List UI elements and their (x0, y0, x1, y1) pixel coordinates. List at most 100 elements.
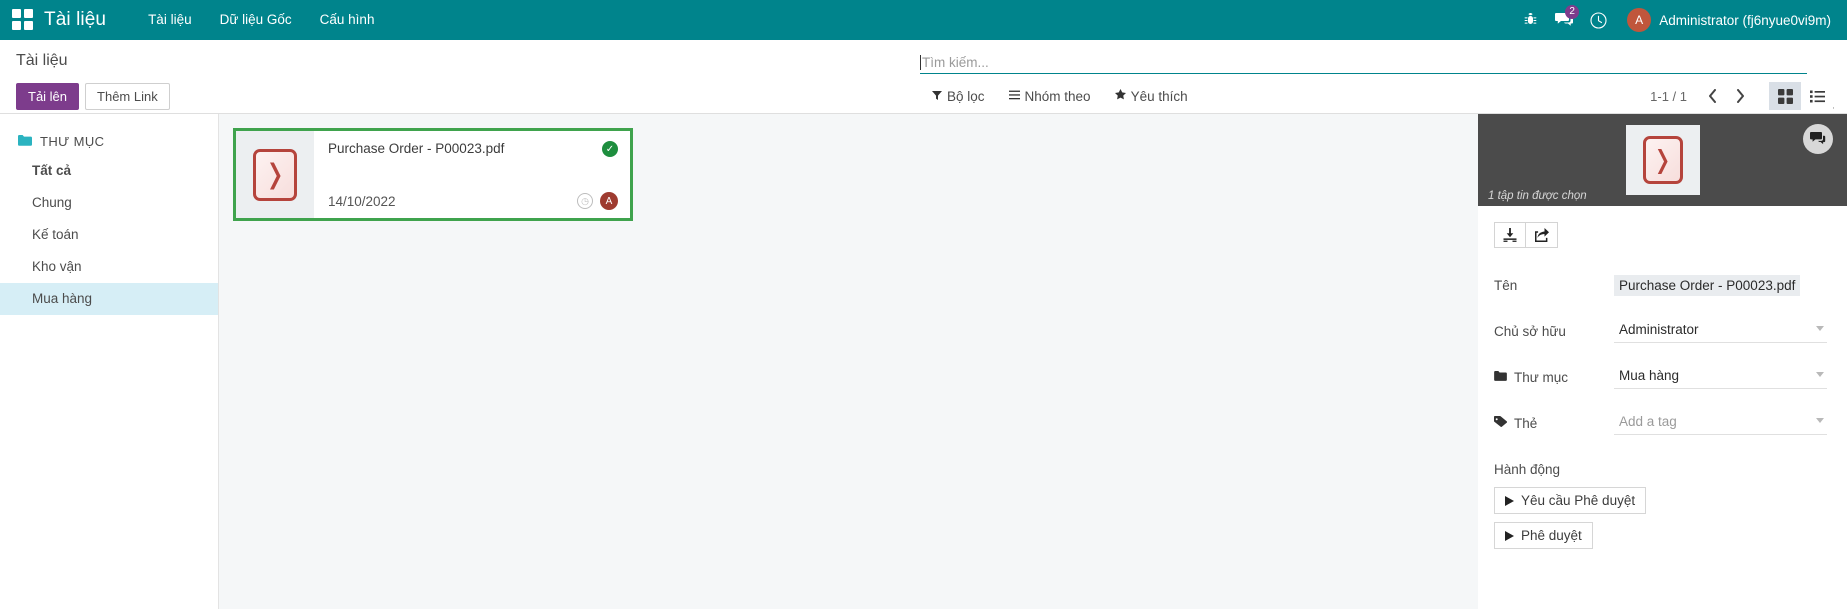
groupby-label: Nhóm theo (1024, 88, 1091, 104)
user-menu[interactable]: A Administrator (fj6nyue0vi9m) (1627, 8, 1835, 32)
search-facet-buttons: Bộ lọc Nhóm theo Yêu thích (920, 85, 1200, 108)
document-card-body: Purchase Order - P00023.pdf ✓ 14/10/2022… (314, 131, 630, 218)
pager-next-button[interactable] (1727, 83, 1753, 109)
sidebar-item-ke-toan[interactable]: Kế toán (0, 219, 218, 251)
chat-bubble-icon[interactable] (1803, 124, 1833, 154)
field-value-folder-wrap: Mua hàng (1614, 365, 1827, 389)
kanban-view-icon[interactable] (1769, 82, 1801, 110)
app-brand-title[interactable]: Tài liệu (44, 9, 106, 31)
document-card-bottom: 14/10/2022 ◷ A (328, 192, 618, 210)
name-field[interactable]: Purchase Order - P00023.pdf (1614, 274, 1801, 296)
field-row-tags: Thẻ Add a tag (1493, 400, 1827, 446)
field-row-name: Tên Purchase Order - P00023.pdf (1494, 262, 1827, 308)
filters-dropdown-button[interactable]: Bộ lọc (920, 85, 997, 108)
owner-value: Administrator (1619, 322, 1699, 337)
inspector-panel: ❭ 1 tập tin được chọn Tên Purchase Order… (1478, 114, 1847, 609)
sidebar-item-label: Mua hàng (32, 291, 93, 306)
nav-menu-master-data[interactable]: Dữ liệu Gốc (206, 0, 306, 40)
document-card[interactable]: ❭ Purchase Order - P00023.pdf ✓ 14/10/20… (233, 128, 633, 221)
view-switcher (1769, 82, 1833, 110)
pager-and-views: 1-1 / 1 (1650, 82, 1833, 110)
request-approval-button[interactable]: Yêu cầu Phê duyệt (1494, 487, 1647, 514)
upload-button[interactable]: Tải lên (16, 82, 80, 110)
clock-icon[interactable]: ◷ (577, 193, 593, 209)
folder-icon (18, 134, 32, 149)
inspector-preview: ❭ 1 tập tin được chọn (1478, 114, 1847, 206)
avatar: A (1627, 8, 1652, 32)
field-label-tags: Thẻ (1493, 415, 1614, 431)
pdf-file-icon: ❭ (253, 148, 297, 201)
messages-icon[interactable]: 2 (1547, 0, 1581, 40)
kanban-area: ❭ Purchase Order - P00023.pdf ✓ 14/10/20… (219, 114, 1478, 609)
field-label-owner: Chủ sở hữu (1494, 324, 1614, 339)
tags-select[interactable]: Add a tag (1614, 411, 1827, 435)
owner-avatar[interactable]: A (600, 192, 618, 210)
breadcrumb[interactable]: Tài liệu (16, 50, 68, 72)
favorites-dropdown-button[interactable]: Yêu thích (1103, 85, 1200, 108)
message-count-badge: 2 (1565, 5, 1580, 19)
inspector-toolbar (1478, 206, 1847, 248)
actions-section-title: Hành động (1494, 462, 1561, 477)
control-panel: Tài liệu Tìm kiếm... Tải lên Thêm Link B… (0, 40, 1847, 114)
request-approval-label: Yêu cầu Phê duyệt (1521, 493, 1636, 508)
search-caret (920, 55, 921, 70)
sidebar-section-folders[interactable]: THƯ MỤC (0, 128, 218, 155)
field-row-folder: Thư mục Mua hàng (1494, 354, 1827, 400)
sidebar-section-label: THƯ MỤC (40, 134, 105, 149)
sidebar-item-kho-van[interactable]: Kho vận (0, 251, 218, 283)
field-value-owner-wrap: Administrator (1614, 319, 1827, 343)
field-label-folder: Thư mục (1494, 370, 1614, 385)
nav-menu-documents[interactable]: Tài liệu (134, 0, 206, 40)
top-navbar: Tài liệu Tài liệu Dữ liệu Gốc Cấu hình 2 (0, 0, 1847, 40)
user-name-label: Administrator (fj6nyue0vi9m) (1659, 12, 1831, 28)
search-input[interactable]: Tìm kiếm... (920, 52, 1807, 74)
apps-grid-icon[interactable] (12, 9, 34, 31)
folder-value: Mua hàng (1619, 368, 1680, 383)
sidebar-item-chung[interactable]: Chung (0, 187, 218, 219)
field-value-name-wrap: Purchase Order - P00023.pdf (1614, 274, 1827, 296)
groupby-dropdown-button[interactable]: Nhóm theo (997, 85, 1103, 108)
tags-placeholder: Add a tag (1619, 414, 1677, 429)
navbar-right-group: 2 A Administrator (fj6nyue0vi9m) (1513, 0, 1835, 40)
action-button-group: Tải lên Thêm Link (16, 82, 170, 110)
chevron-down-icon (1816, 326, 1824, 331)
folder-select[interactable]: Mua hàng (1614, 365, 1827, 389)
field-label-text: Thẻ (1514, 415, 1538, 431)
favorites-label: Yêu thích (1130, 88, 1188, 104)
tag-icon (1493, 415, 1508, 431)
share-icon[interactable] (1526, 222, 1558, 248)
add-link-button[interactable]: Thêm Link (85, 82, 170, 110)
field-label-name: Tên (1494, 278, 1614, 293)
sidebar-item-all[interactable]: Tất cả (0, 155, 218, 187)
download-icon[interactable] (1494, 222, 1526, 248)
document-name: Purchase Order - P00023.pdf (328, 141, 505, 156)
pdf-file-icon: ❭ (1642, 136, 1683, 184)
star-icon (1114, 89, 1126, 103)
bug-icon[interactable] (1513, 0, 1547, 40)
filter-icon (932, 90, 942, 103)
page-body: THƯ MỤC Tất cả Chung Kế toán Kho vận Mua… (0, 114, 1847, 609)
document-thumbnail: ❭ (236, 131, 314, 218)
chevron-down-icon (1816, 418, 1824, 423)
actions-column: Yêu cầu Phê duyệt Phê duyệt (1494, 487, 1827, 557)
approve-button[interactable]: Phê duyệt (1494, 522, 1593, 549)
sidebar-item-label: Kho vận (32, 259, 82, 274)
pager-previous-button[interactable] (1699, 83, 1725, 109)
owner-select[interactable]: Administrator (1614, 319, 1827, 343)
filters-label: Bộ lọc (947, 88, 985, 104)
document-card-top: Purchase Order - P00023.pdf ✓ (328, 141, 618, 157)
field-row-owner: Chủ sở hữu Administrator (1494, 308, 1827, 354)
list-view-icon[interactable] (1801, 82, 1833, 110)
approve-label: Phê duyệt (1521, 528, 1582, 543)
sidebar-item-label: Kế toán (32, 227, 79, 242)
play-icon (1505, 495, 1514, 506)
check-circle-icon: ✓ (602, 141, 618, 157)
preview-thumbnail[interactable]: ❭ (1625, 125, 1700, 195)
field-label-text: Thư mục (1514, 369, 1569, 385)
nav-menu-configuration[interactable]: Cấu hình (306, 0, 389, 40)
sidebar-item-mua-hang[interactable]: Mua hàng (0, 283, 218, 315)
inspector-form: Tên Purchase Order - P00023.pdf Chủ sở h… (1478, 248, 1847, 557)
play-icon (1505, 530, 1514, 541)
field-label-text: Tên (1494, 277, 1518, 293)
activities-clock-icon[interactable] (1581, 0, 1615, 40)
